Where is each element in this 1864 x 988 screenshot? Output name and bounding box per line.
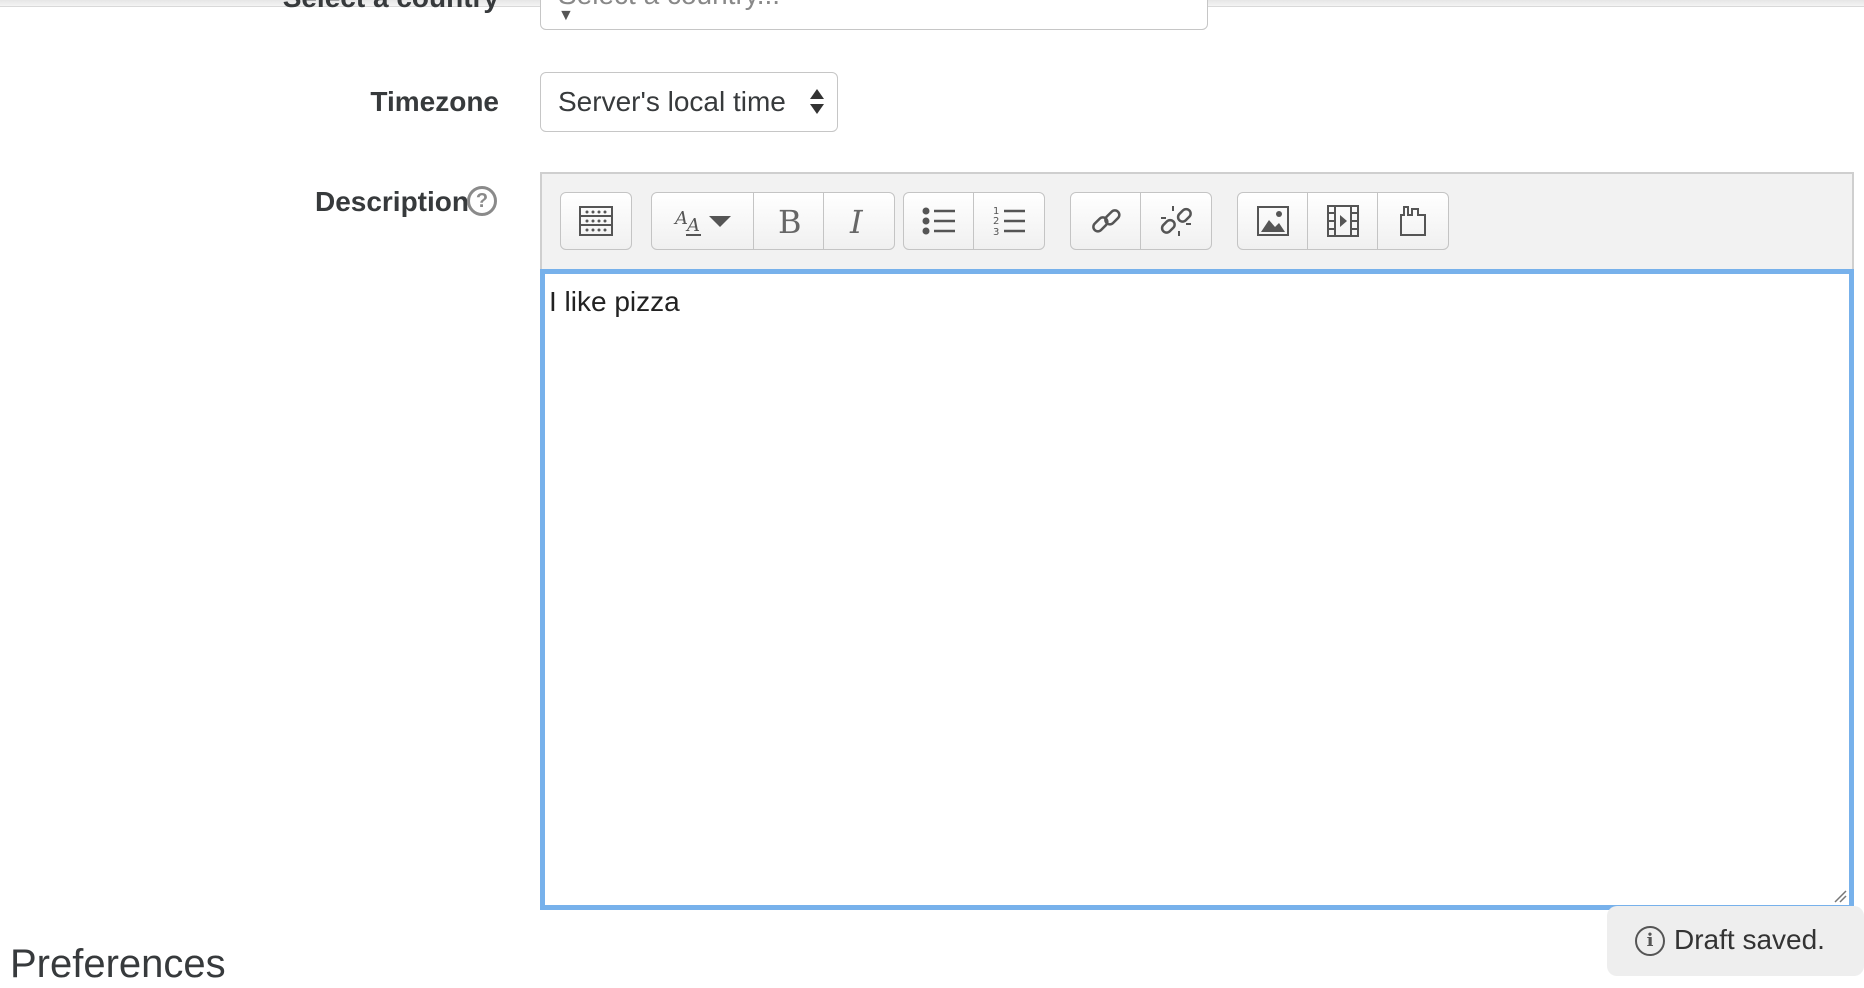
- toolbar-toggle-icon: [579, 206, 613, 236]
- unlink-icon: [1160, 206, 1192, 236]
- description-label: Description: [314, 186, 469, 217]
- toolbar-group-lists: 123: [903, 192, 1045, 250]
- description-editor: A A B I 1 2 3 I like pizza: [540, 172, 1854, 910]
- help-icon[interactable]: ?: [467, 186, 497, 216]
- editor-text: I like pizza: [549, 286, 680, 317]
- media-button[interactable]: [1308, 193, 1378, 249]
- font-style-icon: A A: [673, 208, 731, 236]
- timezone-select[interactable]: Server's local time: [540, 72, 838, 132]
- svg-text:I: I: [849, 204, 864, 238]
- numbered-list-button[interactable]: 123: [974, 193, 1044, 249]
- info-icon: i: [1635, 926, 1665, 956]
- italic-icon: I: [849, 204, 864, 238]
- resize-grip-icon[interactable]: [1833, 889, 1847, 903]
- font-style-button[interactable]: A A: [652, 193, 754, 249]
- manage-files-icon: [1400, 206, 1426, 236]
- unlink-button[interactable]: [1141, 193, 1211, 249]
- draft-saved-notice: i Draft saved.: [1607, 906, 1864, 976]
- preferences-heading: Preferences: [10, 942, 226, 986]
- media-icon: [1326, 205, 1359, 237]
- link-button[interactable]: [1071, 193, 1141, 249]
- bullet-list-icon: [922, 207, 955, 235]
- select-arrows-icon: [809, 87, 825, 117]
- italic-button[interactable]: I: [824, 193, 894, 249]
- manage-files-button[interactable]: [1378, 193, 1448, 249]
- timezone-label: Timezone: [370, 86, 499, 117]
- svg-text:3: 3: [993, 227, 999, 237]
- svg-text:A: A: [685, 215, 700, 236]
- toolbar-toggle-button[interactable]: [561, 193, 631, 249]
- bullet-list-button[interactable]: [904, 193, 974, 249]
- image-button[interactable]: [1238, 193, 1308, 249]
- svg-text:A: A: [673, 208, 688, 229]
- svg-text:2: 2: [993, 216, 999, 227]
- draft-saved-message: Draft saved.: [1674, 924, 1825, 955]
- chevron-down-icon: ▼: [558, 7, 574, 24]
- svg-text:B: B: [778, 204, 802, 238]
- country-select[interactable]: Select a country... ▼: [540, 0, 1208, 30]
- bold-icon: B: [778, 204, 802, 238]
- toolbar-group-media: [1237, 192, 1449, 250]
- image-icon: [1256, 206, 1289, 236]
- timezone-value: Server's local time: [558, 86, 786, 117]
- toolbar-group-links: [1070, 192, 1212, 250]
- bold-button[interactable]: B: [754, 193, 824, 249]
- link-icon: [1091, 209, 1121, 233]
- toolbar-group-toggle: [560, 192, 632, 250]
- toolbar-group-text: A A B I: [651, 192, 895, 250]
- editor-content-area[interactable]: I like pizza: [540, 269, 1854, 910]
- country-label: Select a country: [283, 0, 499, 14]
- editor-toolbar: A A B I 1 2 3: [542, 174, 1852, 266]
- numbered-list-icon: 123: [993, 206, 1025, 237]
